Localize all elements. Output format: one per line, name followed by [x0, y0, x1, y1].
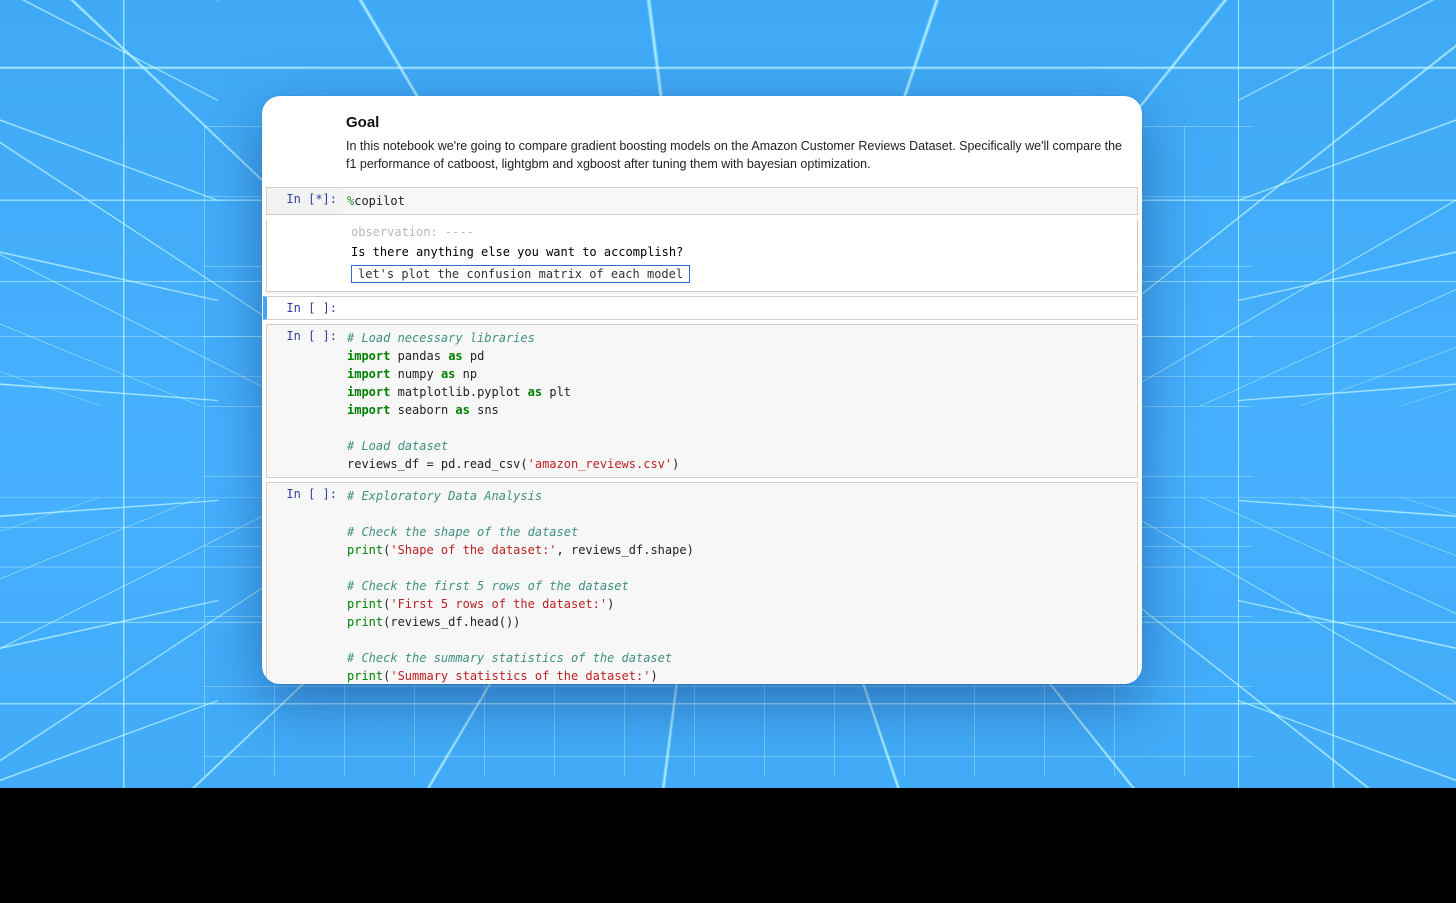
kw-as: as [528, 385, 542, 399]
kw-import: import [347, 385, 390, 399]
kw-import: import [347, 367, 390, 381]
string-literal: 'amazon_reviews.csv' [528, 457, 673, 471]
jupyter-notebook-window: Goal In this notebook we're going to com… [262, 96, 1142, 684]
cell-prompt: In [ ]: [267, 325, 343, 477]
string-literal: 'First 5 rows of the dataset:' [390, 597, 607, 611]
builtin-print: print [347, 543, 383, 557]
string-literal: 'Summary statistics of the dataset:' [390, 669, 650, 683]
kw-import: import [347, 349, 390, 363]
code-comment: # Load necessary libraries [347, 331, 535, 345]
builtin-print: print [347, 669, 383, 683]
code-comment: # Exploratory Data Analysis [347, 489, 542, 503]
code-cell-eda[interactable]: In [ ]: # Exploratory Data Analysis # Ch… [266, 482, 1138, 684]
code-text: , reviews_df.shape) [557, 543, 694, 557]
alias: sns [477, 403, 499, 417]
string-literal: 'Shape of the dataset:' [390, 543, 556, 557]
cell-body[interactable] [343, 297, 1137, 319]
markdown-body: In this notebook we're going to compare … [346, 137, 1124, 173]
code-text: (reviews_df.head()) [383, 615, 520, 629]
kw-as: as [448, 349, 462, 363]
code-text: reviews_df = pd.read_csv( [347, 457, 528, 471]
cell-prompt: In [*]: [267, 188, 343, 214]
markdown-cell-goal[interactable]: Goal In this notebook we're going to com… [262, 114, 1142, 183]
alias: pd [470, 349, 484, 363]
alias: plt [549, 385, 571, 399]
cell-prompt: In [ ]: [267, 483, 343, 684]
code-comment: # Load dataset [347, 439, 448, 453]
code-cell-copilot[interactable]: In [*]: %copilot [266, 187, 1138, 215]
code-cell-load-libs[interactable]: In [ ]: # Load necessary libraries impor… [266, 324, 1138, 478]
notebook-scroll-area[interactable]: Goal In this notebook we're going to com… [262, 96, 1142, 684]
copilot-question: Is there anything else you want to accom… [351, 245, 1131, 259]
copilot-truncated-line: observation: ---- [351, 225, 1131, 239]
code-comment: # Check the first 5 rows of the dataset [347, 579, 629, 593]
copilot-output: observation: ---- Is there anything else… [266, 219, 1138, 292]
alias: np [463, 367, 477, 381]
stage: Goal In this notebook we're going to com… [0, 0, 1456, 903]
module-name: seaborn [398, 403, 449, 417]
letterbox-bottom [0, 788, 1456, 903]
cell-body[interactable]: # Exploratory Data Analysis # Check the … [343, 483, 1137, 684]
module-name: matplotlib.pyplot [398, 385, 521, 399]
code-text: ) [650, 669, 657, 683]
cell-body[interactable]: # Load necessary libraries import pandas… [343, 325, 1137, 477]
builtin-print: print [347, 597, 383, 611]
code-cell-empty-selected[interactable]: In [ ]: [263, 296, 1138, 320]
magic-command: copilot [354, 194, 405, 208]
kw-as: as [441, 367, 455, 381]
markdown-heading: Goal [346, 114, 1124, 131]
code-comment: # Check the shape of the dataset [347, 525, 578, 539]
code-comment: # Check the summary statistics of the da… [347, 651, 672, 665]
cell-body[interactable]: %copilot [343, 188, 1137, 214]
code-text: ) [607, 597, 614, 611]
builtin-print: print [347, 615, 383, 629]
module-name: pandas [398, 349, 441, 363]
copilot-user-input[interactable]: let's plot the confusion matrix of each … [351, 265, 690, 283]
module-name: numpy [398, 367, 434, 381]
cell-prompt: In [ ]: [267, 297, 343, 319]
kw-import: import [347, 403, 390, 417]
code-text: ) [672, 457, 679, 471]
kw-as: as [455, 403, 469, 417]
